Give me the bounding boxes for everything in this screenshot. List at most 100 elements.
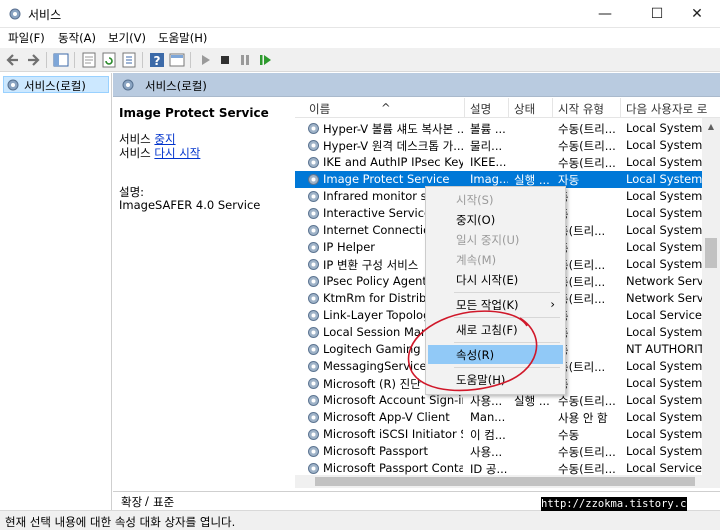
cell-name: Hyper-V 볼륨 섀도 복사본 ... [323, 122, 463, 136]
cell-start: 동 [558, 342, 620, 358]
gear-icon [308, 225, 319, 236]
horizontal-scrollbar[interactable] [295, 475, 720, 488]
cell-logon: Local System [626, 189, 703, 203]
menu-item-label: 일시 중지(U) [456, 233, 520, 247]
properties-sheet-icon[interactable] [80, 51, 98, 69]
gear-icon [122, 79, 134, 91]
close-button[interactable]: ✕ [674, 0, 720, 28]
show-hide-icon[interactable] [168, 51, 186, 69]
status-bar: 현재 선택 내용에 대한 속성 대화 상자를 엽니다. [0, 510, 720, 530]
cell-start: 동(트리... [558, 292, 606, 306]
stop-service-link[interactable]: 중지 [154, 132, 175, 146]
column-separator[interactable] [464, 98, 465, 118]
restart-icon[interactable] [256, 51, 274, 69]
menu-item-stop[interactable]: 중지(O) [428, 210, 563, 229]
scroll-thumb[interactable] [315, 477, 695, 486]
column-separator[interactable] [620, 98, 621, 118]
service-title: Image Protect Service [119, 106, 269, 120]
menu-item-all-tasks[interactable]: 모든 작업(K) › [428, 295, 563, 314]
sort-indicator: ^ [381, 101, 391, 115]
help-icon[interactable]: ? [148, 51, 166, 69]
menu-item-label: 모든 작업(K) [456, 298, 519, 312]
cell-start: 수동(트리... [558, 139, 616, 153]
cell-logon: Local Service [626, 461, 702, 475]
cell-logon: Local System [626, 359, 703, 373]
menu-help[interactable]: 도움말(H) [158, 30, 207, 46]
forward-icon[interactable] [24, 51, 42, 69]
cell-name: Microsoft Passport Container [323, 461, 463, 475]
cell-desc: 물리... [470, 139, 503, 153]
services-pane: 서비스(로컬) Image Protect Service 서비스 중지 서비스… [113, 73, 720, 510]
restart-prefix: 서비스 [119, 146, 155, 160]
refresh-icon[interactable] [100, 51, 118, 69]
column-name[interactable]: 이름 [309, 101, 330, 117]
cell-name: Microsoft Account Sign-in ... [323, 393, 463, 407]
menu-item-help[interactable]: 도움말(H) [428, 370, 563, 389]
pause-icon[interactable] [236, 51, 254, 69]
vertical-scrollbar[interactable]: ▲ ▼ [702, 118, 720, 488]
gear-icon [308, 463, 319, 474]
table-row[interactable]: Microsoft Passport 사용... 수동(트리... Local Sys… [295, 443, 702, 460]
menu-file[interactable]: 파일(F) [8, 30, 45, 46]
column-separator[interactable] [552, 98, 553, 118]
cell-state: 실행 ... [514, 394, 550, 408]
cell-logon: Local System [626, 427, 703, 441]
menu-item-pause[interactable]: 일시 중지(U) [428, 230, 563, 249]
scroll-up-icon[interactable]: ▲ [702, 118, 720, 135]
gear-icon [308, 446, 319, 457]
tree-item-services-local[interactable]: 서비스(로컬) [3, 76, 109, 93]
stop-icon[interactable] [216, 51, 234, 69]
column-separator[interactable] [508, 98, 509, 118]
menu-separator [454, 342, 560, 343]
play-icon[interactable] [196, 51, 214, 69]
column-description[interactable]: 설명 [470, 101, 491, 117]
gear-icon [308, 378, 319, 389]
menu-item-label: 도움말(H) [456, 373, 506, 387]
menu-action[interactable]: 동작(A) [58, 30, 96, 46]
cell-start: 수동(트리... [558, 394, 616, 408]
minimize-button[interactable]: — [582, 0, 628, 28]
cell-logon: Network Service [626, 291, 704, 305]
menu-item-resume[interactable]: 계속(M) [428, 250, 563, 269]
gear-icon [308, 208, 319, 219]
menu-item-properties[interactable]: 속성(R) [428, 345, 563, 364]
title-bar: 서비스 — ☐ ✕ [0, 0, 720, 28]
table-row[interactable]: Hyper-V 볼륨 섀도 복사본 ... 볼륨 ... 수동(트리... Local… [295, 120, 702, 137]
gear-icon [308, 123, 319, 134]
menu-item-refresh[interactable]: 새로 고침(F) [428, 320, 563, 339]
gear-icon [308, 361, 319, 372]
pane-header-label: 서비스(로컬) [145, 79, 207, 93]
tab-standard[interactable]: 표준 [153, 494, 174, 510]
export-list-icon[interactable] [120, 51, 138, 69]
table-row[interactable]: Hyper-V 원격 데스크톱 가... 물리... 수동(트리... Local S… [295, 137, 702, 154]
cell-start: 동(트리... [558, 360, 606, 374]
cell-logon: Local System [626, 206, 703, 220]
column-logon-as[interactable]: 다음 사용자로 로 [626, 101, 707, 117]
svg-text:?: ? [154, 54, 161, 68]
cell-logon: Local Service [626, 308, 702, 322]
column-status[interactable]: 상태 [514, 101, 535, 117]
console-tree-icon[interactable] [52, 51, 70, 69]
toolbar-divider [190, 52, 191, 68]
back-icon[interactable] [4, 51, 22, 69]
cell-desc: 사용... [470, 394, 503, 408]
column-startup-type[interactable]: 시작 유형 [558, 101, 604, 117]
watermark-url: http://zzokma.tistory.com [541, 497, 700, 511]
gear-icon [308, 344, 319, 355]
menu-view[interactable]: 보기(V) [108, 30, 146, 46]
tab-extended[interactable]: 확장 [121, 494, 142, 510]
cell-start: 동 [558, 325, 620, 341]
restart-service-link[interactable]: 다시 시작 [154, 146, 200, 160]
menu-separator [454, 367, 560, 368]
restart-line: 서비스 다시 시작 [119, 145, 200, 161]
cell-start: 수동(트리... [558, 156, 616, 170]
menu-item-restart[interactable]: 다시 시작(E) [428, 270, 563, 289]
cell-start: 사용 안 함 [558, 411, 608, 425]
menu-separator [454, 292, 560, 293]
table-row[interactable]: Microsoft App-V Client Man... 사용 안 함 Local … [295, 409, 702, 426]
scroll-thumb[interactable] [705, 238, 717, 268]
gear-icon [308, 276, 319, 287]
table-row[interactable]: IKE and AuthIP IPsec Keyin... IKEE... 수동(트… [295, 154, 702, 171]
table-row[interactable]: Microsoft iSCSI Initiator Se... 이 컴... 수동 L… [295, 426, 702, 443]
menu-item-start[interactable]: 시작(S) [428, 190, 563, 209]
